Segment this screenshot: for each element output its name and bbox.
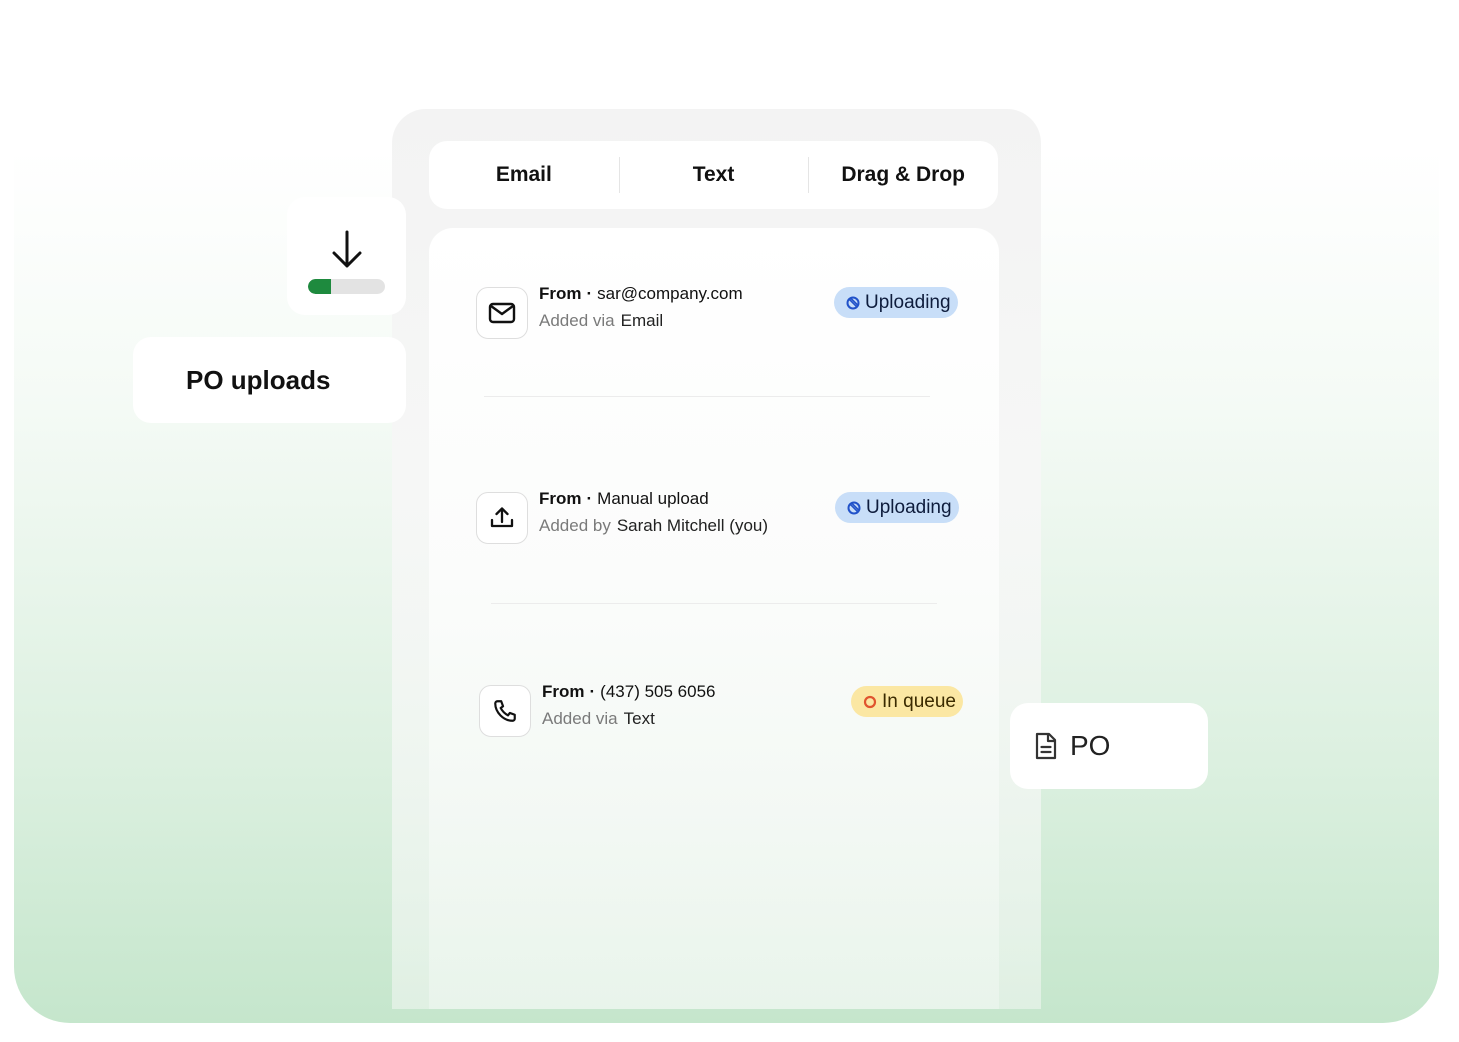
separator-dot: · xyxy=(589,682,596,701)
from-label: From xyxy=(539,284,582,303)
tab-email[interactable]: Email xyxy=(429,141,619,209)
page-title: PO uploads xyxy=(186,364,331,395)
source-value: Manual upload xyxy=(597,489,709,508)
document-icon xyxy=(1035,732,1057,760)
source-tabs: Email Text Drag & Drop xyxy=(429,141,998,209)
uploading-icon xyxy=(847,501,861,515)
added-label: Added by xyxy=(539,516,611,535)
progress-fill xyxy=(308,279,332,294)
status-text: In queue xyxy=(882,690,956,712)
source-value: sar@company.com xyxy=(597,284,743,303)
po-uploads-card: PO uploads xyxy=(133,337,406,423)
tab-text[interactable]: Text xyxy=(618,141,809,209)
divider xyxy=(491,603,937,604)
added-value: Sarah Mitchell (you) xyxy=(616,516,769,535)
added-value: Email xyxy=(620,311,664,330)
separator-dot: · xyxy=(586,489,593,508)
download-progress-bar xyxy=(308,279,385,294)
from-label: From xyxy=(542,682,585,701)
added-label: Added via xyxy=(539,311,615,330)
phone-icon xyxy=(494,700,516,722)
mail-icon xyxy=(488,302,516,324)
file-label: PO xyxy=(1070,730,1111,761)
added-value: Text xyxy=(623,709,655,728)
source-value: (437) 505 6056 xyxy=(600,682,716,701)
separator-dot: · xyxy=(586,284,593,303)
download-card xyxy=(287,197,406,315)
uploading-icon xyxy=(846,296,860,310)
status-badge: Uploading xyxy=(834,287,958,318)
mail-icon-button[interactable] xyxy=(476,287,528,339)
po-file-chip[interactable]: PO xyxy=(1010,703,1208,789)
divider xyxy=(484,396,930,397)
added-label: Added via xyxy=(542,709,618,728)
status-badge: Uploading xyxy=(835,492,959,523)
phone-icon-button[interactable] xyxy=(479,685,531,737)
arrow-down-icon xyxy=(332,230,362,268)
upload-icon xyxy=(490,507,514,528)
status-text: Uploading xyxy=(865,291,951,313)
status-text: Uploading xyxy=(866,496,952,518)
tab-drag-drop[interactable]: Drag & Drop xyxy=(808,141,998,209)
queue-ring-icon xyxy=(863,695,877,709)
from-label: From xyxy=(539,489,582,508)
upload-list: From · sar@company.com Added via Email Uplo… xyxy=(429,228,999,1009)
upload-icon-button[interactable] xyxy=(476,492,528,544)
status-badge: In queue xyxy=(851,686,963,717)
